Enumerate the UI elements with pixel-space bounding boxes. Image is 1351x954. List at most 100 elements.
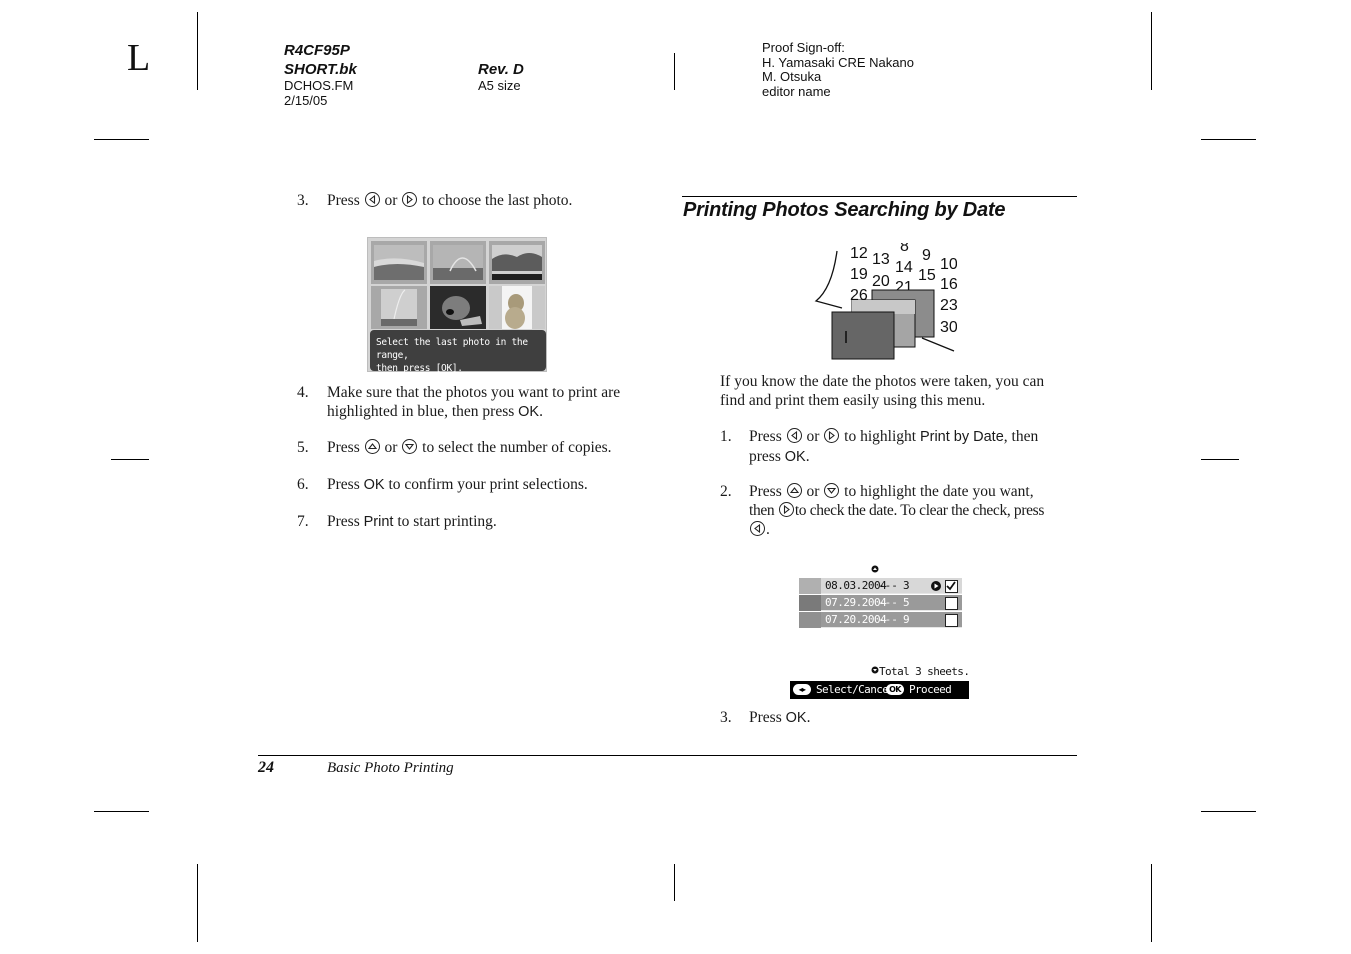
right-button-icon (824, 428, 840, 443)
select-arrows-icon: ◂▸ (793, 684, 811, 695)
left-button-icon (364, 192, 380, 207)
date-row[interactable]: 07.20.2004 --- 9 (799, 612, 962, 628)
step-number: 2. (720, 483, 732, 500)
photo-thumbnail (430, 241, 486, 284)
date-checkbox[interactable] (945, 614, 958, 627)
chapter-title: Basic Photo Printing (327, 760, 454, 776)
photo-count: 5 (903, 596, 910, 609)
photo-thumbnail (371, 241, 427, 284)
right-button-icon (778, 502, 794, 517)
down-button-icon (402, 439, 418, 454)
step-text-part: to choose the last photo. (422, 192, 573, 209)
left-button-icon (786, 428, 802, 443)
intro-line: find and print them easily using this me… (720, 392, 986, 409)
down-indicator-icon (871, 666, 879, 674)
lcd-message-line: then press [OK]. (376, 363, 463, 374)
ok-key-label: OK (363, 477, 385, 493)
book-name: SHORT.bk (284, 61, 357, 78)
date-checkbox[interactable] (945, 580, 958, 593)
step-text-part: . (805, 448, 810, 465)
section-title: Printing Photos Searching by Date (683, 199, 1006, 221)
date-row[interactable]: 08.03.2004 --- 3 (799, 578, 962, 594)
left-button-icon (750, 521, 765, 536)
step-text-part: press (749, 448, 785, 465)
crop-mark (94, 139, 149, 140)
step-text: Press OK. (749, 708, 810, 728)
photo-thumbnail (430, 286, 486, 329)
page-number: 24 (258, 759, 274, 776)
step-text-part: Press (327, 476, 364, 493)
calendar-day: 23 (940, 297, 957, 314)
proof-signoff: Proof Sign-off: H. Yamasaki CRE Nakano M… (762, 40, 914, 99)
photo-thumbnail (489, 241, 545, 284)
step-text-part: or (384, 192, 398, 209)
proof-line: editor name (762, 83, 831, 99)
proof-line: Proof Sign-off: (762, 40, 845, 55)
step-number: 3. (720, 709, 732, 726)
proof-line: M. Otsuka (762, 69, 822, 84)
step-text-part: to highlight the date you want, (844, 483, 1034, 500)
lcd-status-bar: ◂▸ Select/Cancel OK Proceed (790, 681, 969, 699)
crop-mark (197, 864, 198, 942)
doc-code: R4CF95P (284, 42, 350, 59)
crop-mark (1201, 139, 1256, 140)
step-text: Make sure that the photos you want to pr… (327, 383, 620, 422)
intro-line: If you know the date the photos were tak… (720, 373, 1045, 390)
crop-mark (197, 12, 198, 90)
step-text-line: press OK. (749, 447, 1038, 467)
date-separator: --- (878, 579, 898, 592)
lcd-message: Select the last photo in the range, then… (370, 330, 546, 374)
photo-thumbnail (489, 286, 545, 329)
step-text-part: to select the number of copies. (422, 439, 612, 456)
side-letter: L (127, 37, 151, 79)
step-text-part: to highlight (844, 428, 920, 445)
section-rule (682, 196, 1077, 197)
calendar-day: 12 (850, 245, 868, 262)
file-name: DCHOS.FM (284, 78, 354, 93)
print-key-label: Print (363, 514, 394, 530)
header-revision: Rev. D A5 size (478, 60, 524, 94)
crop-mark (111, 459, 149, 460)
total-text: Total 3 sheets. (879, 665, 970, 678)
step-text-part: or (384, 439, 398, 456)
step-text-part: or (806, 428, 820, 445)
step-text-line: Make sure that the photos you want to pr… (327, 384, 621, 401)
total-sheets: Total 3 sheets. (871, 665, 970, 678)
step-text-line: highlighted in blue, then press OK. (327, 402, 620, 422)
step-text: Press or to highlight Print by Date, the… (749, 427, 1038, 467)
crop-mark (94, 811, 149, 812)
photo-count: 3 (903, 579, 910, 592)
step-number: 4. (297, 384, 309, 401)
calendar-day: 14 (895, 259, 913, 276)
crop-mark (1201, 459, 1239, 460)
step-text: Press Print to start printing. (327, 512, 497, 532)
date-checkbox[interactable] (945, 597, 958, 610)
file-date: 2/15/05 (284, 92, 328, 108)
date-thumbnail (799, 612, 821, 628)
proceed-label: Proceed (909, 683, 952, 696)
photo-thumbnail (371, 286, 427, 329)
step-text-part: Press (749, 709, 786, 726)
step-text-part: or (806, 483, 820, 500)
ok-button-icon: OK (886, 684, 904, 695)
up-button-icon (786, 483, 802, 498)
step-text-line: Press or to highlight the date you want, (749, 482, 1044, 501)
calendar-day: 13 (872, 251, 890, 268)
step-text: Press OK to confirm your print selection… (327, 475, 588, 495)
date-row[interactable]: 07.29.2004 --- 5 (799, 595, 962, 611)
lcd-photo-select-screen: Select the last photo in the range, then… (367, 237, 547, 374)
right-arrow-icon (931, 581, 941, 591)
crop-mark (1151, 12, 1152, 90)
revision: Rev. D (478, 61, 524, 78)
step-text-part: Press (327, 513, 364, 530)
calendar-day: 19 (850, 266, 868, 283)
step-text-part: . (539, 403, 543, 420)
step-text-line: then to check the date. To clear the che… (749, 501, 1044, 520)
step-text-part: . (806, 709, 811, 726)
right-button-icon (402, 192, 418, 207)
step-text: Press or to choose the last photo. (327, 191, 572, 210)
print-by-date-label: Print by Date (919, 429, 1004, 445)
step-number: 5. (297, 439, 309, 456)
step-number: 6. (297, 476, 309, 493)
step-text-part: Press (327, 439, 360, 456)
